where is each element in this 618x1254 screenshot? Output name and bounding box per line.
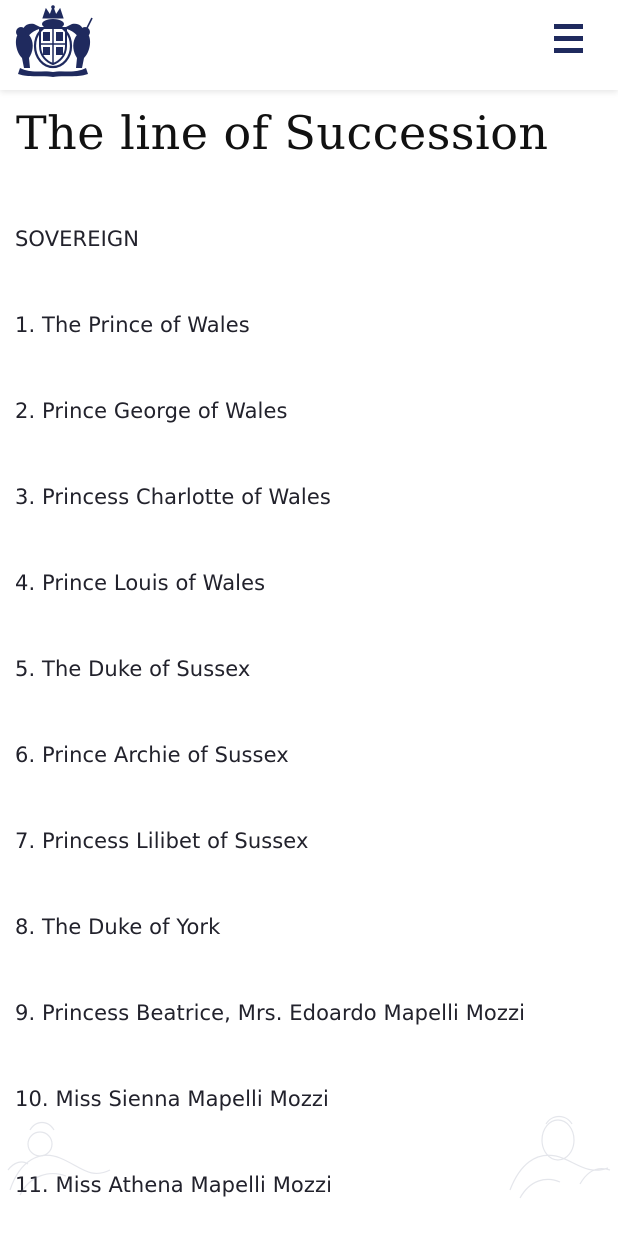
list-item-sovereign: SOVEREIGN — [15, 227, 140, 251]
list-item: 9. Princess Beatrice, Mrs. Edoardo Mapel… — [15, 1001, 526, 1025]
site-header — [0, 0, 618, 90]
decorative-heraldic-watermark-right — [509, 1115, 611, 1199]
hamburger-menu-icon[interactable] — [550, 22, 590, 58]
list-item: 6. Prince Archie of Sussex — [15, 743, 289, 767]
menu-bar-middle — [554, 36, 583, 41]
list-item: 3. Princess Charlotte of Wales — [15, 485, 331, 509]
royal-coat-of-arms-logo[interactable] — [12, 4, 94, 78]
list-item: 1. The Prince of Wales — [15, 313, 250, 337]
list-item: 7. Princess Lilibet of Sussex — [15, 829, 309, 853]
page-title: The line of Succession — [16, 106, 549, 160]
list-item: 2. Prince George of Wales — [15, 399, 288, 423]
decorative-heraldic-watermark-left — [7, 1121, 111, 1196]
list-item: 5. The Duke of Sussex — [15, 657, 251, 681]
menu-bar-top — [554, 24, 583, 29]
menu-bar-bottom — [554, 48, 583, 53]
list-item: 4. Prince Louis of Wales — [15, 571, 266, 595]
list-item: 8. The Duke of York — [15, 915, 221, 939]
